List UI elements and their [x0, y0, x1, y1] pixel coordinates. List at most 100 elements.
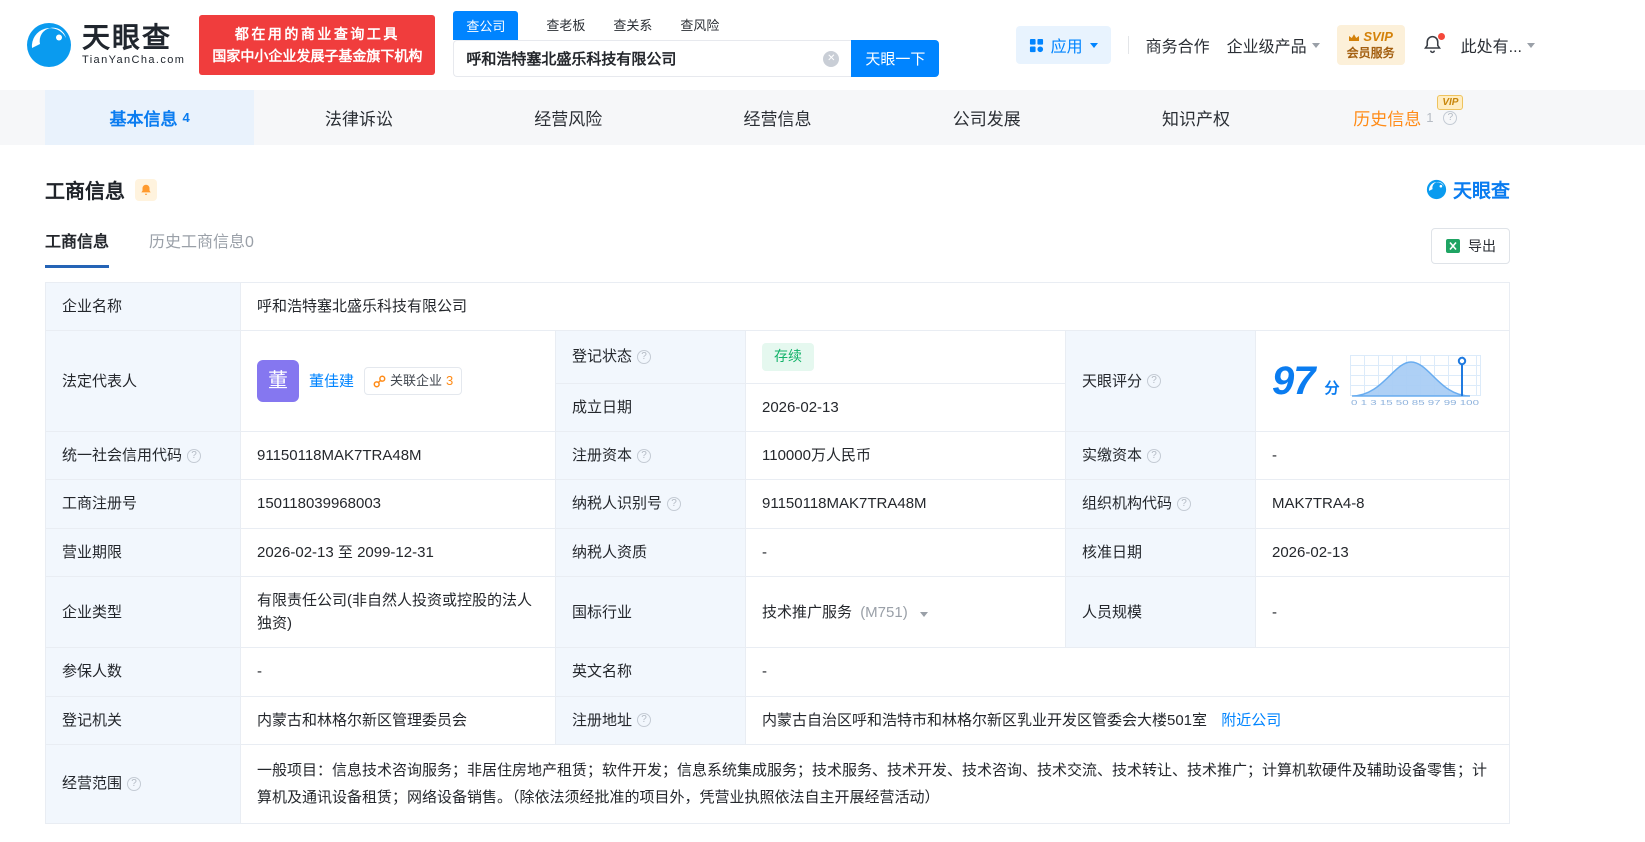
taxpayer-id-label: 纳税人识别号	[572, 495, 663, 513]
tab-operating-risk[interactable]: 经营风险	[464, 90, 673, 145]
legal-rep-label: 法定代表人	[45, 330, 241, 433]
approval-date-label: 核准日期	[1065, 527, 1256, 577]
subtab-history-business-info[interactable]: 历史工商信息0	[149, 228, 254, 265]
reg-authority-label: 登记机关	[45, 695, 241, 745]
help-icon[interactable]: ?	[637, 448, 652, 463]
search-area: 查公司 查老板 查关系 查风险 ✕ 天眼一下	[453, 11, 940, 77]
apps-button[interactable]: 应用	[1015, 26, 1111, 64]
help-icon[interactable]: ?	[127, 776, 142, 791]
score-cell[interactable]: 97 分 0 1 3 15 50 85 97 99 100	[1255, 330, 1510, 433]
legal-rep-name-link[interactable]: 董佳建	[309, 370, 354, 393]
tianyancha-logo-icon	[1426, 179, 1447, 200]
business-term-label: 营业期限	[45, 527, 241, 577]
svip-label: SVIP	[1363, 29, 1393, 45]
company-type-label: 企业类型	[45, 575, 241, 649]
tab-company-development[interactable]: 公司发展	[882, 90, 1091, 145]
search-input-wrap: ✕	[453, 40, 852, 77]
enterprise-products-menu[interactable]: 企业级产品	[1227, 33, 1320, 57]
svip-member-badge[interactable]: SVIP 会员服务	[1336, 25, 1405, 65]
tab-intellectual-property[interactable]: 知识产权	[1091, 90, 1300, 145]
tab-company-development-label: 公司发展	[952, 110, 1021, 129]
org-code-value: MAK7TRA4-8	[1255, 479, 1510, 529]
search-button[interactable]: 天眼一下	[851, 40, 940, 77]
score-label: 天眼评分	[1082, 372, 1143, 390]
tab-history-info-label: 历史信息	[1353, 110, 1422, 129]
help-icon[interactable]: ?	[1177, 497, 1192, 512]
industry-label: 国标行业	[555, 575, 746, 649]
subscribe-bell-button[interactable]	[135, 178, 157, 201]
company-nav-tabs: 基本信息 4 法律诉讼 经营风险 经营信息 公司发展 知识产权 VIP 历史信息…	[45, 90, 1510, 145]
link-icon	[373, 375, 386, 388]
company-nav-bar: 基本信息 4 法律诉讼 经营风险 经营信息 公司发展 知识产权 VIP 历史信息…	[0, 90, 1645, 145]
notification-bell-icon[interactable]	[1422, 33, 1445, 56]
search-box: ✕ 天眼一下	[453, 40, 940, 77]
credit-code-value: 91150118MAK7TRA48M	[240, 431, 556, 481]
tab-legal-proceedings[interactable]: 法律诉讼	[254, 90, 463, 145]
search-tab-company[interactable]: 查公司	[453, 11, 519, 40]
credit-code-label-cell: 统一社会信用代码 ?	[45, 431, 241, 481]
nearby-companies-link[interactable]: 附近公司	[1221, 712, 1281, 729]
business-scope-value: 一般项目：信息技术咨询服务；非居住房地产租赁；软件开发；信息系统集成服务；技术服…	[240, 743, 1510, 824]
section-title: 工商信息	[45, 181, 125, 203]
establish-date-value: 2026-02-13	[745, 382, 1066, 433]
search-input[interactable]	[466, 50, 816, 67]
legal-rep-avatar[interactable]: 董	[257, 360, 299, 403]
reg-capital-label: 注册资本	[572, 447, 633, 465]
company-name-label: 企业名称	[45, 281, 241, 332]
score-value: 97	[1272, 359, 1315, 404]
reg-address-label: 注册地址	[572, 711, 633, 729]
company-name-value: 呼和浩特塞北盛乐科技有限公司	[240, 281, 1510, 332]
establish-date-label: 成立日期	[555, 382, 746, 433]
company-type-value: 有限责任公司(非自然人投资或控股的法人独资)	[240, 575, 556, 649]
vip-badge: VIP	[1437, 95, 1464, 110]
export-button[interactable]: 导出	[1431, 228, 1510, 264]
tab-history-info-count: 1	[1426, 110, 1434, 125]
help-icon[interactable]: ?	[1147, 374, 1162, 389]
approval-date-value: 2026-02-13	[1255, 527, 1510, 577]
search-tab-boss[interactable]: 查老板	[546, 15, 585, 40]
crown-icon	[1349, 33, 1360, 41]
tab-basic-info[interactable]: 基本信息 4	[45, 90, 255, 145]
header-right: 应用 商务合作 企业级产品 SVIP 会员服务 此处有...	[1015, 25, 1535, 65]
reg-address-label-cell: 注册地址 ?	[555, 695, 746, 745]
taxpayer-id-value: 91150118MAK7TRA48M	[745, 479, 1066, 529]
table-row: 法定代表人 董 董佳建 关联企业 3 登记状态 ? 存续 天眼评分 ? 97 分…	[45, 330, 1510, 433]
search-tab-relation[interactable]: 查关系	[613, 15, 652, 40]
tab-history-info[interactable]: VIP 历史信息 1 ?	[1301, 90, 1510, 145]
tianyancha-logo[interactable]: 天眼查 TianYanCha.com	[25, 21, 185, 69]
tab-basic-info-count: 4	[182, 110, 190, 125]
subtab-business-info[interactable]: 工商信息	[45, 228, 110, 268]
promo-banner[interactable]: 都在用的商业查询工具 国家中小企业发展子基金旗下机构	[199, 14, 436, 76]
chevron-down-icon	[1311, 42, 1320, 48]
reg-status-label-cell: 登记状态 ?	[555, 330, 746, 384]
score-axis-labels: 0 1 3 15 50 85 97 99 100	[1351, 400, 1479, 407]
english-name-label: 英文名称	[555, 647, 746, 697]
help-icon[interactable]: ?	[1147, 448, 1162, 463]
table-row: 登记机关 内蒙古和林格尔新区管理委员会 注册地址 ? 内蒙古自治区呼和浩特市和林…	[45, 695, 1510, 745]
reg-number-label: 工商注册号	[45, 479, 241, 529]
search-tab-risk[interactable]: 查风险	[680, 15, 719, 40]
top-header: 天眼查 TianYanCha.com 都在用的商业查询工具 国家中小企业发展子基…	[0, 0, 1645, 90]
table-row: 企业名称 呼和浩特塞北盛乐科技有限公司	[45, 281, 1510, 332]
svip-top: SVIP	[1347, 29, 1395, 45]
business-cooperation-link[interactable]: 商务合作	[1146, 33, 1210, 57]
user-menu[interactable]: 此处有...	[1461, 33, 1535, 57]
tab-operating-info[interactable]: 经营信息	[673, 90, 882, 145]
help-icon[interactable]: ?	[667, 497, 682, 512]
help-icon[interactable]: ?	[187, 448, 202, 463]
table-row: 企业类型 有限责任公司(非自然人投资或控股的法人独资) 国标行业 技术推广服务 …	[45, 575, 1510, 649]
taxpayer-id-label-cell: 纳税人识别号 ?	[555, 479, 746, 529]
promo-line2: 国家中小企业发展子基金旗下机构	[212, 48, 423, 64]
help-icon[interactable]: ?	[637, 713, 652, 728]
reg-address-cell: 内蒙古自治区呼和浩特市和林格尔新区乳业开发区管委会大楼501室 附近公司	[745, 695, 1510, 745]
notification-dot	[1437, 33, 1445, 40]
chevron-down-icon	[1089, 42, 1098, 48]
help-icon[interactable]: ?	[1443, 110, 1458, 125]
paid-capital-label-cell: 实缴资本 ?	[1065, 431, 1256, 481]
member-service-label: 会员服务	[1346, 45, 1395, 60]
reg-number-value: 150118039968003	[240, 479, 556, 529]
chevron-down-icon[interactable]	[919, 611, 928, 617]
related-companies-tag[interactable]: 关联企业 3	[364, 367, 463, 396]
clear-icon[interactable]: ✕	[823, 50, 840, 67]
help-icon[interactable]: ?	[637, 350, 652, 365]
